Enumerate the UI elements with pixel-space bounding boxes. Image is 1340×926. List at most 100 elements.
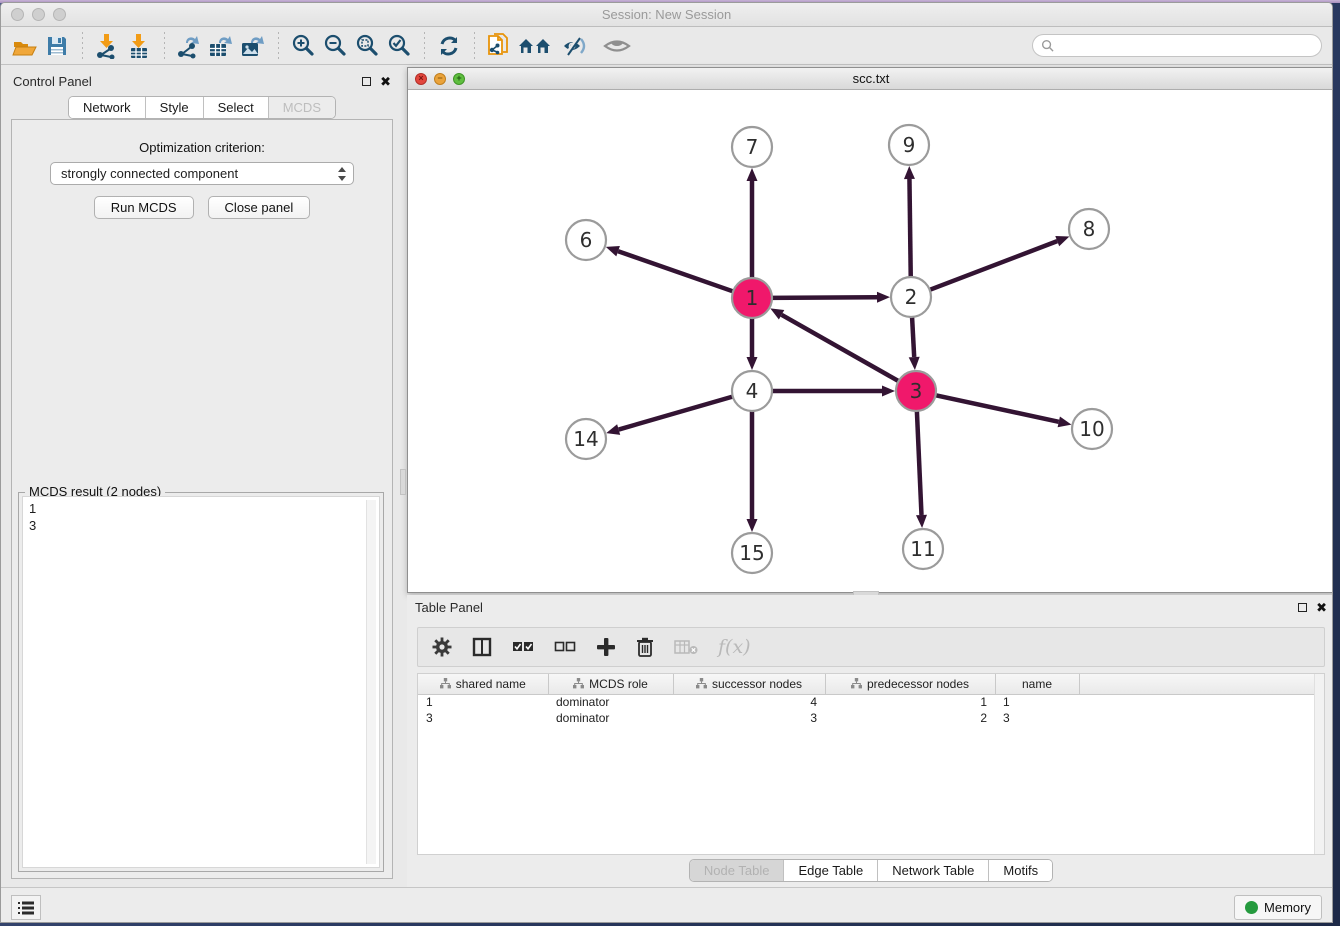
column-header-label: successor nodes [712, 677, 802, 691]
hide-graphics-details-icon[interactable] [555, 31, 595, 61]
mcds-result-item[interactable]: 3 [29, 517, 373, 534]
add-icon[interactable] [596, 637, 616, 657]
tab-style[interactable]: Style [146, 97, 204, 118]
gear-icon[interactable] [432, 637, 452, 657]
float-panel-icon[interactable] [362, 77, 371, 86]
zoom-out-icon[interactable] [319, 31, 351, 61]
graph-edge[interactable] [917, 409, 922, 515]
tab-node-table[interactable]: Node Table [690, 860, 785, 881]
zoom-in-icon[interactable] [287, 31, 319, 61]
app-window: Session: New Session [0, 2, 1333, 923]
graph-edge[interactable] [928, 241, 1057, 290]
zoom-fit-icon[interactable] [351, 31, 383, 61]
vertical-splitter-grip[interactable] [400, 469, 406, 495]
node-label: 2 [905, 285, 918, 309]
mcds-result-list[interactable]: 1 3 [22, 496, 380, 868]
home-icon[interactable] [515, 31, 555, 61]
network-canvas[interactable]: 7968124314101511 [408, 90, 1333, 592]
edge-arrowhead [904, 166, 915, 179]
toolbar-separator [417, 32, 431, 60]
main-toolbar [1, 27, 1332, 65]
memory-label: Memory [1264, 900, 1311, 915]
node-label: 1 [746, 286, 759, 310]
table-row[interactable]: 3dominator323 [418, 710, 1324, 726]
deselect-all-icon[interactable] [554, 640, 576, 654]
close-panel-icon[interactable]: ✖ [380, 75, 391, 88]
edge-arrowhead [606, 246, 620, 256]
graph-edge[interactable] [912, 315, 914, 357]
table-cell[interactable]: 3 [995, 710, 1079, 726]
node-label: 11 [910, 537, 935, 561]
table-cell[interactable]: 1 [825, 694, 995, 710]
table-cell[interactable]: 4 [673, 694, 825, 710]
graph-edge[interactable] [770, 297, 877, 298]
close-panel-icon[interactable]: ✖ [1316, 601, 1327, 614]
graph-edge[interactable] [782, 315, 901, 382]
column-header[interactable]: successor nodes [673, 674, 825, 694]
run-mcds-button[interactable]: Run MCDS [94, 196, 194, 219]
export-network-icon[interactable] [173, 31, 205, 61]
table-cell[interactable]: dominator [548, 710, 673, 726]
node-table-grid[interactable]: shared nameMCDS role successor nodes prede… [418, 674, 1324, 726]
node-label: 14 [573, 427, 598, 451]
import-table-icon[interactable] [123, 31, 155, 61]
table-header-row[interactable]: shared nameMCDS role successor nodes prede… [418, 674, 1324, 694]
table-scrollbar[interactable] [1314, 674, 1324, 854]
import-network-icon[interactable] [91, 31, 123, 61]
column-header[interactable]: MCDS role [548, 674, 673, 694]
select-all-icon[interactable] [512, 640, 534, 654]
open-network-file-icon[interactable] [483, 31, 515, 61]
zoom-selected-icon[interactable] [383, 31, 415, 61]
result-scrollbar[interactable] [366, 500, 376, 864]
table-cell[interactable]: 3 [673, 710, 825, 726]
function-builder-icon: f(x) [718, 636, 751, 658]
tab-network-table[interactable]: Network Table [878, 860, 989, 881]
column-header[interactable]: shared name [418, 674, 548, 694]
node-table: shared nameMCDS role successor nodes prede… [417, 673, 1325, 855]
control-panel-header: Control Panel ✖ [5, 69, 399, 93]
export-image-icon[interactable] [237, 31, 269, 61]
graph-edge[interactable] [618, 251, 735, 292]
graph-edge[interactable] [909, 179, 910, 279]
graph-edge[interactable] [619, 396, 735, 430]
tab-edge-table[interactable]: Edge Table [784, 860, 878, 881]
delete-icon[interactable] [636, 637, 654, 657]
control-panel-title: Control Panel [5, 74, 92, 89]
task-history-button[interactable] [11, 895, 41, 920]
node-label: 3 [910, 379, 923, 403]
birdseye-view-icon[interactable] [595, 31, 639, 61]
refresh-icon[interactable] [433, 31, 465, 61]
graph-edge[interactable] [934, 395, 1059, 422]
tab-select[interactable]: Select [204, 97, 269, 118]
open-session-icon[interactable] [9, 31, 41, 61]
table-panel-header: Table Panel ✖ [407, 595, 1333, 619]
table-row[interactable]: 1dominator411 [418, 694, 1324, 710]
table-cell[interactable]: 2 [825, 710, 995, 726]
tab-mcds[interactable]: MCDS [269, 97, 335, 118]
table-cell[interactable]: 1 [418, 694, 548, 710]
mcds-result-box: MCDS result (2 nodes) 1 3 [18, 492, 384, 872]
search-input[interactable] [1059, 39, 1321, 53]
table-cell[interactable]: 3 [418, 710, 548, 726]
memory-button[interactable]: Memory [1234, 895, 1322, 920]
save-session-icon[interactable] [41, 31, 73, 61]
toolbar-separator [467, 32, 481, 60]
column-browser-icon[interactable] [472, 637, 492, 657]
tab-motifs[interactable]: Motifs [989, 860, 1052, 881]
tab-network[interactable]: Network [69, 97, 146, 118]
search-field[interactable] [1032, 34, 1322, 57]
node-label: 7 [746, 135, 759, 159]
table-cell[interactable]: 1 [995, 694, 1079, 710]
column-header[interactable]: name [995, 674, 1079, 694]
column-header-label: name [1022, 677, 1052, 691]
mcds-result-item[interactable]: 1 [29, 500, 373, 517]
export-table-icon[interactable] [205, 31, 237, 61]
column-header[interactable]: predecessor nodes [825, 674, 995, 694]
node-label: 8 [1083, 217, 1096, 241]
optimization-criterion-select[interactable]: strongly connected component [50, 162, 354, 185]
close-panel-button[interactable]: Close panel [208, 196, 311, 219]
network-window-titlebar[interactable]: × − + scc.txt [408, 68, 1333, 90]
float-panel-icon[interactable] [1298, 603, 1307, 612]
table-cell[interactable]: dominator [548, 694, 673, 710]
app-titlebar: Session: New Session [1, 3, 1332, 27]
